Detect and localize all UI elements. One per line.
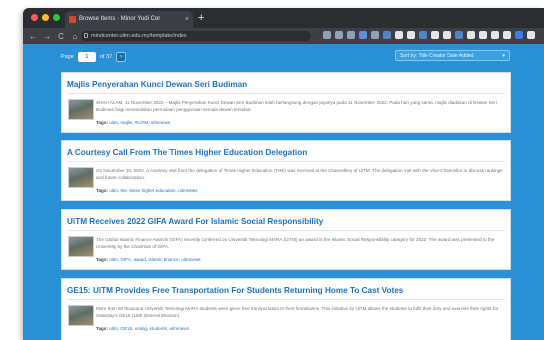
- address-text: mindcenter.uitm.edu.my/template/index: [91, 33, 187, 39]
- back-arrow-icon[interactable]: ←: [29, 32, 37, 41]
- forward-arrow-icon[interactable]: →: [43, 32, 51, 41]
- reload-icon[interactable]: C: [57, 32, 65, 41]
- extension-icon[interactable]: [347, 31, 355, 39]
- browser-toolbar: ← → C ⌂ mindcenter.uitm.edu.my/template/…: [23, 28, 544, 44]
- extension-icon[interactable]: [383, 31, 391, 39]
- extension-icon[interactable]: [407, 31, 415, 39]
- sort-dropdown[interactable]: Sort by: Title Creator Date Added ▾: [395, 50, 510, 61]
- tags-label: Tags:: [96, 257, 108, 262]
- home-icon[interactable]: ⌂: [71, 32, 79, 41]
- tags-links[interactable]: uitm, the, times higher education, uitmn…: [109, 188, 197, 193]
- next-page-button[interactable]: ›: [116, 52, 127, 62]
- tab-close-icon[interactable]: ×: [185, 11, 189, 28]
- maximize-window-button[interactable]: [53, 14, 60, 21]
- browser-window: Browse Items · Minor Yudi Cor × + ← → C …: [23, 8, 544, 340]
- item-title-link[interactable]: A Courtesy Call From The Times Higher Ed…: [67, 148, 307, 157]
- item-thumbnail[interactable]: [68, 99, 94, 120]
- item-title-link[interactable]: UiTM Receives 2022 GIFA Award For Islami…: [67, 217, 323, 226]
- page-content: Page 1 of 37 › Sort by: Title Creator Da…: [23, 44, 544, 340]
- page-label: Page: [61, 54, 74, 60]
- tags-links[interactable]: uitm, GE15, voting, students, uitmnews: [109, 326, 189, 331]
- page-number-input[interactable]: 1: [77, 52, 96, 62]
- tags-links[interactable]: uitm, majlis, #UiTM, uitmnews: [109, 120, 170, 125]
- site-favicon-icon: [69, 16, 76, 23]
- lock-icon: [84, 33, 88, 38]
- list-item: UiTM Receives 2022 GIFA Award For Islami…: [61, 209, 511, 270]
- list-item: A Courtesy Call From The Times Higher Ed…: [61, 140, 511, 201]
- extension-icon[interactable]: [371, 31, 379, 39]
- chevron-down-icon: ▾: [502, 53, 505, 59]
- tags-label: Tags:: [96, 188, 108, 193]
- extension-icon[interactable]: [335, 31, 343, 39]
- item-tags: Tags: uitm, majlis, #UiTM, uitmnews: [96, 120, 170, 125]
- item-thumbnail[interactable]: [68, 305, 94, 326]
- extension-icon[interactable]: [419, 31, 427, 39]
- minimize-window-button[interactable]: [42, 14, 49, 21]
- item-excerpt: On November 10, 2022, a courtesy visit f…: [96, 168, 503, 180]
- list-item: Majlis Penyerahan Kunci Dewan Seri Budim…: [61, 72, 511, 133]
- extension-icon[interactable]: [455, 31, 463, 39]
- item-thumbnail[interactable]: [68, 167, 94, 188]
- divider: [67, 161, 505, 162]
- close-window-button[interactable]: [31, 14, 38, 21]
- page-total: of 37: [99, 54, 113, 60]
- extension-icon[interactable]: [479, 31, 487, 39]
- item-title-link[interactable]: Majlis Penyerahan Kunci Dewan Seri Budim…: [67, 80, 247, 89]
- divider: [67, 93, 505, 94]
- extension-icon[interactable]: [359, 31, 367, 39]
- extension-icon[interactable]: [323, 31, 331, 39]
- extension-icon[interactable]: [527, 31, 535, 39]
- item-thumbnail[interactable]: [68, 236, 94, 257]
- extension-icon[interactable]: [395, 31, 403, 39]
- divider: [67, 230, 505, 231]
- tags-label: Tags:: [96, 326, 108, 331]
- browser-tab[interactable]: Browse Items · Minor Yudi Cor ×: [65, 11, 193, 28]
- tab-title: Browse Items · Minor Yudi Cor: [79, 16, 161, 22]
- item-tags: Tags: uitm, GIFA, award, islamic finance…: [96, 257, 201, 262]
- divider: [67, 299, 505, 300]
- extension-icon[interactable]: [491, 31, 499, 39]
- extension-icon[interactable]: [443, 31, 451, 39]
- tags-links[interactable]: uitm, GIFA, award, islamic finance, uitm…: [109, 257, 200, 262]
- list-item: GE15: UiTM Provides Free Transportation …: [61, 278, 511, 340]
- sort-label: Sort by: Title Creator Date Added: [400, 53, 474, 59]
- item-tags: Tags: uitm, GE15, voting, students, uitm…: [96, 326, 189, 331]
- item-excerpt: More than 80 thousand Universiti Teknolo…: [96, 306, 499, 318]
- new-tab-button[interactable]: +: [198, 10, 204, 26]
- extension-icon[interactable]: [515, 31, 523, 39]
- tab-strip: Browse Items · Minor Yudi Cor × +: [23, 8, 544, 28]
- item-tags: Tags: uitm, the, times higher education,…: [96, 188, 198, 193]
- extension-icon[interactable]: [503, 31, 511, 39]
- extension-icon[interactable]: [431, 31, 439, 39]
- pagination: Page 1 of 37 ›: [61, 51, 127, 63]
- extension-icon[interactable]: [467, 31, 475, 39]
- item-title-link[interactable]: GE15: UiTM Provides Free Transportation …: [67, 286, 403, 295]
- address-bar[interactable]: mindcenter.uitm.edu.my/template/index: [81, 31, 311, 41]
- tags-label: Tags:: [96, 120, 108, 125]
- item-excerpt: SHAH ALAM, 11 November 2022 – Majlis Pen…: [96, 100, 497, 112]
- item-excerpt: The Global Islamic Finance Awards (GIFA)…: [96, 237, 495, 249]
